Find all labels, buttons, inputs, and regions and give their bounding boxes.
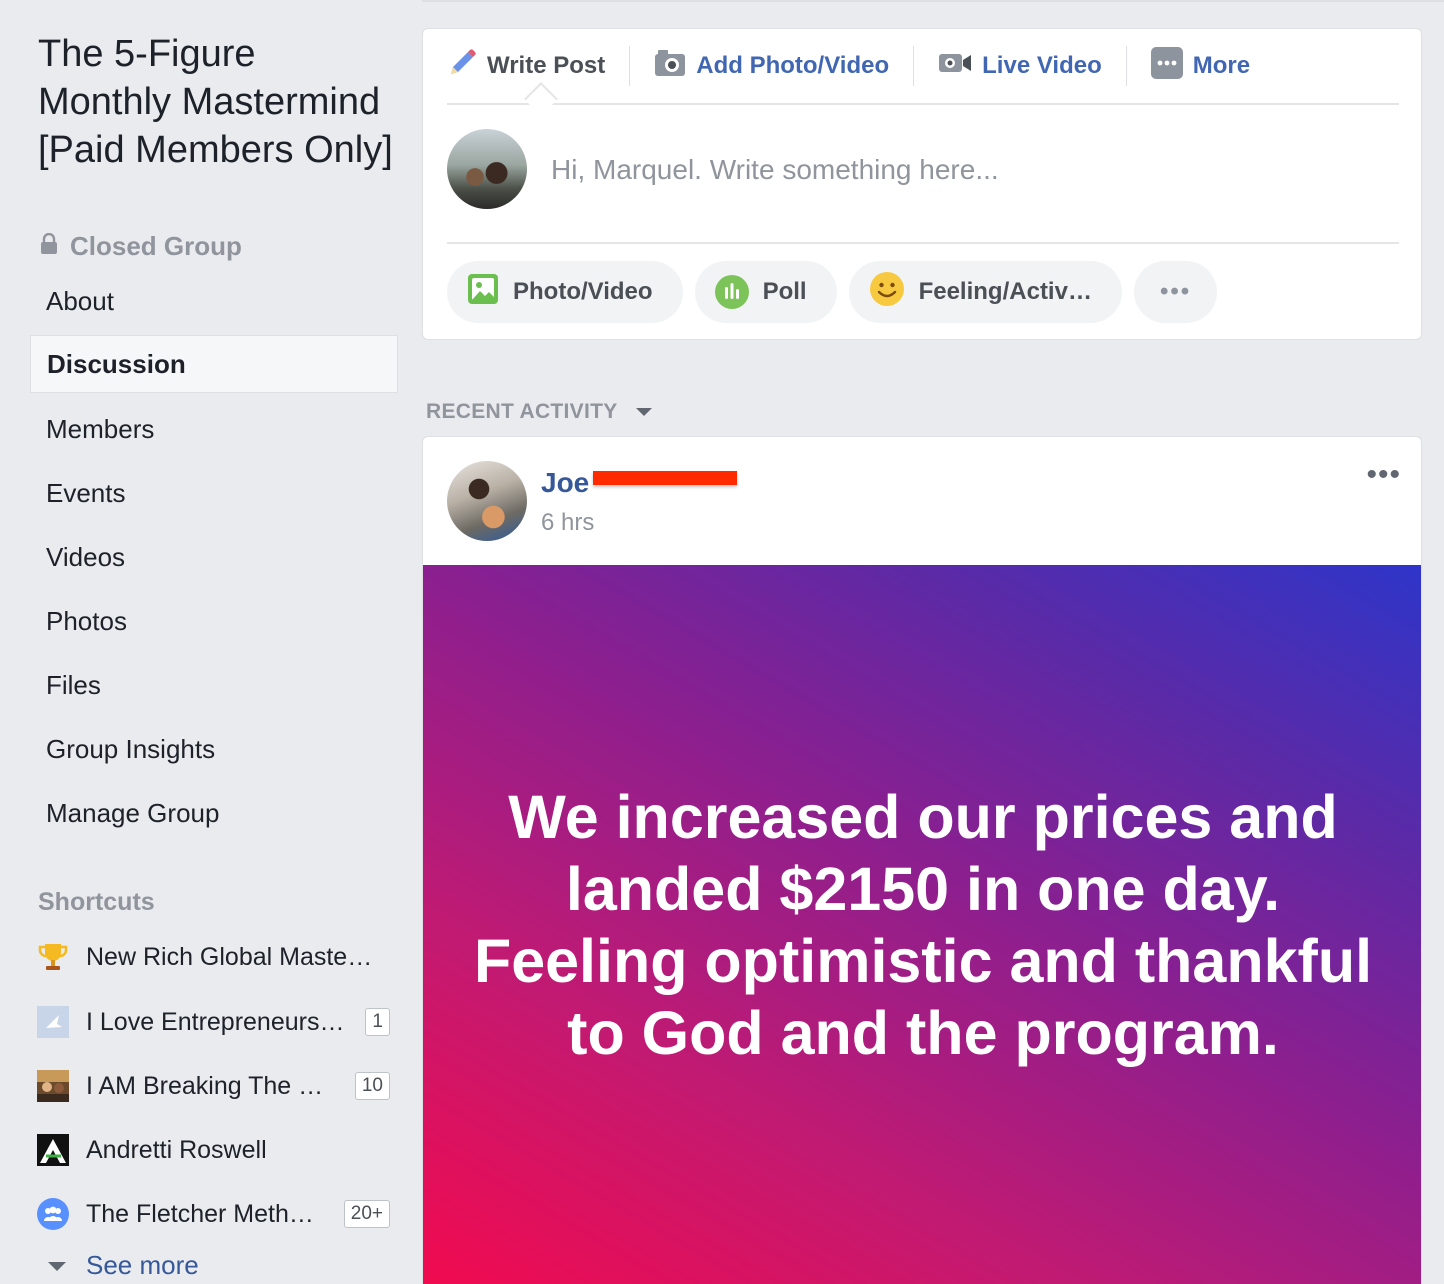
nav-item-manage-group[interactable]: Manage Group xyxy=(30,784,398,842)
nav-item-label: About xyxy=(46,285,114,316)
shortcut-item[interactable]: New Rich Global Maste… xyxy=(36,937,390,977)
post-options-button[interactable]: ••• xyxy=(1366,460,1401,490)
chip-label: Poll xyxy=(762,278,807,305)
shortcut-label: I Love Entrepreneurs… xyxy=(86,1007,345,1036)
composer-actions: Photo/Video Poll Feeling/Activ… ••• xyxy=(447,261,1218,323)
post-text: We increased our prices and landed $2150… xyxy=(473,783,1373,1067)
tab-separator xyxy=(629,46,631,86)
camera-icon xyxy=(654,49,686,84)
shortcut-label: The Fletcher Meth… xyxy=(86,1199,314,1228)
shortcut-item[interactable]: I Love Entrepreneurs… 1 xyxy=(36,1002,390,1042)
post-author[interactable]: Joe xyxy=(541,467,589,499)
caret-down-icon xyxy=(46,1250,68,1281)
tab-more[interactable]: More xyxy=(1150,46,1251,86)
nav-item-label: Discussion xyxy=(47,348,186,379)
recent-activity-sort[interactable]: RECENT ACTIVITY xyxy=(426,400,654,424)
tab-live-video[interactable]: Live Video xyxy=(938,51,1102,82)
composer-divider xyxy=(447,242,1399,244)
smiley-icon xyxy=(869,271,905,314)
nav-item-label: Group Insights xyxy=(46,733,216,764)
nav-item-label: Events xyxy=(46,477,126,508)
tab-label: More xyxy=(1192,52,1251,79)
post-composer: Write Post Add Photo/Video Live Video Mo… xyxy=(422,28,1422,340)
composer-tabs: Write Post Add Photo/Video Live Video Mo… xyxy=(447,29,1399,105)
notification-badge: 1 xyxy=(365,1008,390,1036)
group-privacy: Closed Group xyxy=(40,231,242,262)
group-thumbnail-icon xyxy=(36,1069,70,1103)
see-more-label: See more xyxy=(86,1250,199,1280)
nav-item-events[interactable]: Events xyxy=(30,464,398,522)
tab-write-post[interactable]: Write Post xyxy=(447,48,605,85)
more-dots-icon: ••• xyxy=(1159,278,1192,305)
more-dots-icon xyxy=(1150,46,1183,86)
nav-item-label: Videos xyxy=(46,541,126,572)
shortcut-label: New Rich Global Maste… xyxy=(86,942,373,971)
more-options-button[interactable]: ••• xyxy=(1133,261,1218,323)
nav-item-group-insights[interactable]: Group Insights xyxy=(30,720,398,778)
tab-label: Write Post xyxy=(487,52,606,79)
top-divider xyxy=(422,0,1444,2)
group-privacy-label: Closed Group xyxy=(70,231,242,261)
tab-separator xyxy=(913,46,915,86)
group-thumbnail-icon xyxy=(36,1005,70,1039)
feeling-activity-button[interactable]: Feeling/Activ… xyxy=(848,261,1122,323)
recent-activity-label: RECENT ACTIVITY xyxy=(426,400,618,423)
redaction-mark xyxy=(593,471,737,485)
post-background: We increased our prices and landed $2150… xyxy=(423,565,1421,1284)
nav-item-files[interactable]: Files xyxy=(30,656,398,714)
tab-label: Add Photo/Video xyxy=(696,52,890,79)
shortcut-item[interactable]: The Fletcher Meth… 20+ xyxy=(36,1194,390,1234)
post-timestamp[interactable]: 6 hrs xyxy=(541,509,594,537)
nav-item-videos[interactable]: Videos xyxy=(30,528,398,586)
notification-badge: 20+ xyxy=(343,1200,390,1228)
lock-icon xyxy=(40,231,58,262)
see-more-link[interactable]: See more xyxy=(46,1250,199,1281)
shortcut-item[interactable]: I AM Breaking The … 10 xyxy=(36,1066,390,1106)
pencil-icon xyxy=(447,48,477,85)
chip-label: Photo/Video xyxy=(513,278,653,305)
caret-down-icon xyxy=(634,400,654,424)
nav-item-label: Files xyxy=(46,669,101,700)
video-camera-icon xyxy=(938,51,972,82)
nav-item-label: Members xyxy=(46,413,155,444)
user-avatar[interactable] xyxy=(447,129,527,209)
tab-label: Live Video xyxy=(982,52,1102,79)
trophy-icon xyxy=(36,940,70,974)
chip-label: Feeling/Activ… xyxy=(918,278,1092,305)
group-thumbnail-icon xyxy=(36,1133,70,1167)
author-avatar[interactable] xyxy=(447,461,527,541)
tab-add-photo-video[interactable]: Add Photo/Video xyxy=(654,49,889,84)
photo-video-button[interactable]: Photo/Video xyxy=(447,261,683,323)
shortcut-label: I AM Breaking The … xyxy=(86,1071,324,1100)
group-title[interactable]: The 5-Figure Monthly Mastermind [Paid Me… xyxy=(38,30,398,174)
groups-icon xyxy=(36,1197,70,1231)
feed-post: Joe 6 hrs ••• We increased our prices an… xyxy=(422,436,1422,1284)
nav-item-members[interactable]: Members xyxy=(30,400,398,458)
nav-item-photos[interactable]: Photos xyxy=(30,592,398,650)
nav-item-discussion[interactable]: Discussion xyxy=(30,335,398,393)
nav-item-about[interactable]: About xyxy=(30,272,398,330)
poll-icon xyxy=(714,275,749,309)
nav-item-label: Manage Group xyxy=(46,797,220,828)
shortcuts-heading: Shortcuts xyxy=(38,888,155,916)
composer-input[interactable] xyxy=(549,149,1373,191)
notification-badge: 10 xyxy=(354,1072,390,1100)
shortcut-label: Andretti Roswell xyxy=(86,1135,267,1164)
nav-item-label: Photos xyxy=(46,605,127,636)
photo-icon xyxy=(467,273,499,312)
left-sidebar: The 5-Figure Monthly Mastermind [Paid Me… xyxy=(0,0,420,1284)
tab-separator xyxy=(1125,46,1127,86)
poll-button[interactable]: Poll xyxy=(694,261,837,323)
shortcut-item[interactable]: Andretti Roswell xyxy=(36,1130,390,1170)
